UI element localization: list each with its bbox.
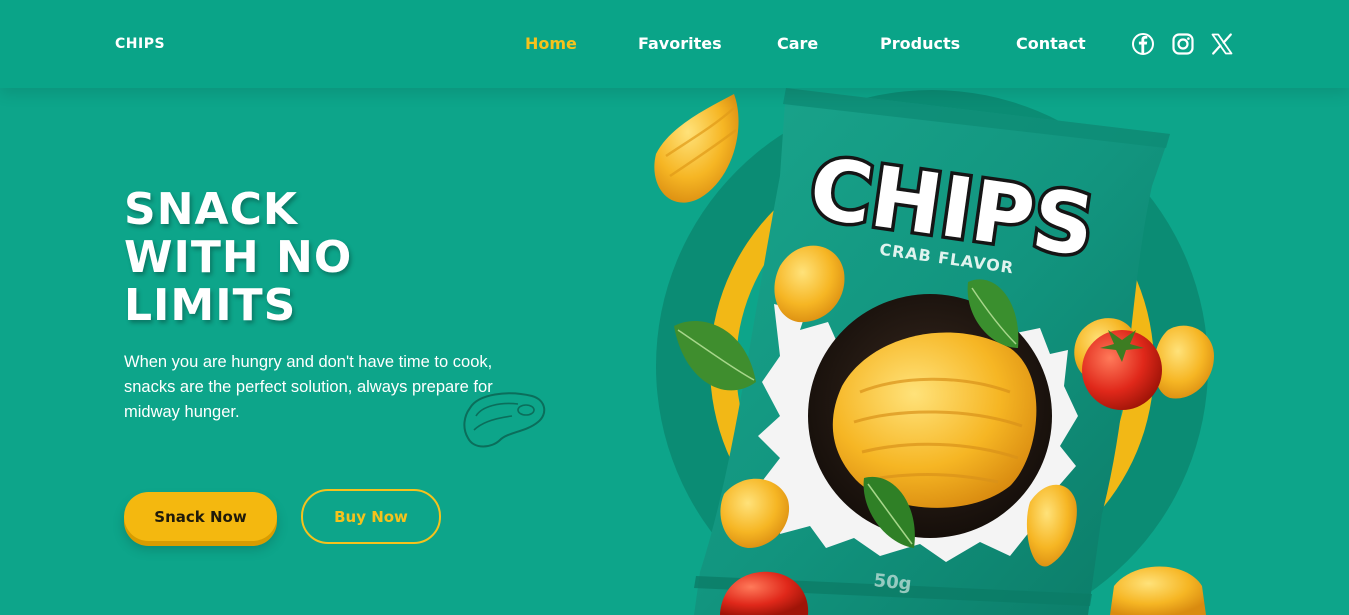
brand-logo[interactable]: CHIPS — [115, 36, 165, 52]
hero-title-line: SNACK — [124, 184, 298, 235]
hero-title-line: LIMITS — [124, 280, 297, 331]
nav-favorites[interactable]: Favorites — [638, 34, 722, 53]
facebook-icon[interactable] — [1131, 32, 1155, 56]
snack-now-button[interactable]: Snack Now — [124, 492, 277, 541]
hero-title: SNACK WITH NO LIMITS — [124, 186, 484, 330]
nav-contact[interactable]: Contact — [1016, 34, 1086, 53]
instagram-icon[interactable] — [1171, 32, 1195, 56]
product-illustration: CHIPS CRAB FLAVOR 50g — [654, 88, 1214, 615]
buy-now-button[interactable]: Buy Now — [301, 489, 441, 544]
x-twitter-icon[interactable] — [1210, 32, 1234, 56]
steak-doodle-icon — [463, 392, 546, 448]
nav-care[interactable]: Care — [777, 34, 818, 53]
hero-description-line: When you are hungry and don't have time … — [124, 353, 493, 371]
hero-title-line: WITH NO — [124, 232, 353, 283]
nav-home[interactable]: Home — [525, 34, 577, 53]
bag-weight-text: 50g — [873, 570, 913, 595]
site-header: CHIPS Home Favorites Care Products Conta… — [0, 0, 1349, 88]
nav-products[interactable]: Products — [880, 34, 960, 53]
